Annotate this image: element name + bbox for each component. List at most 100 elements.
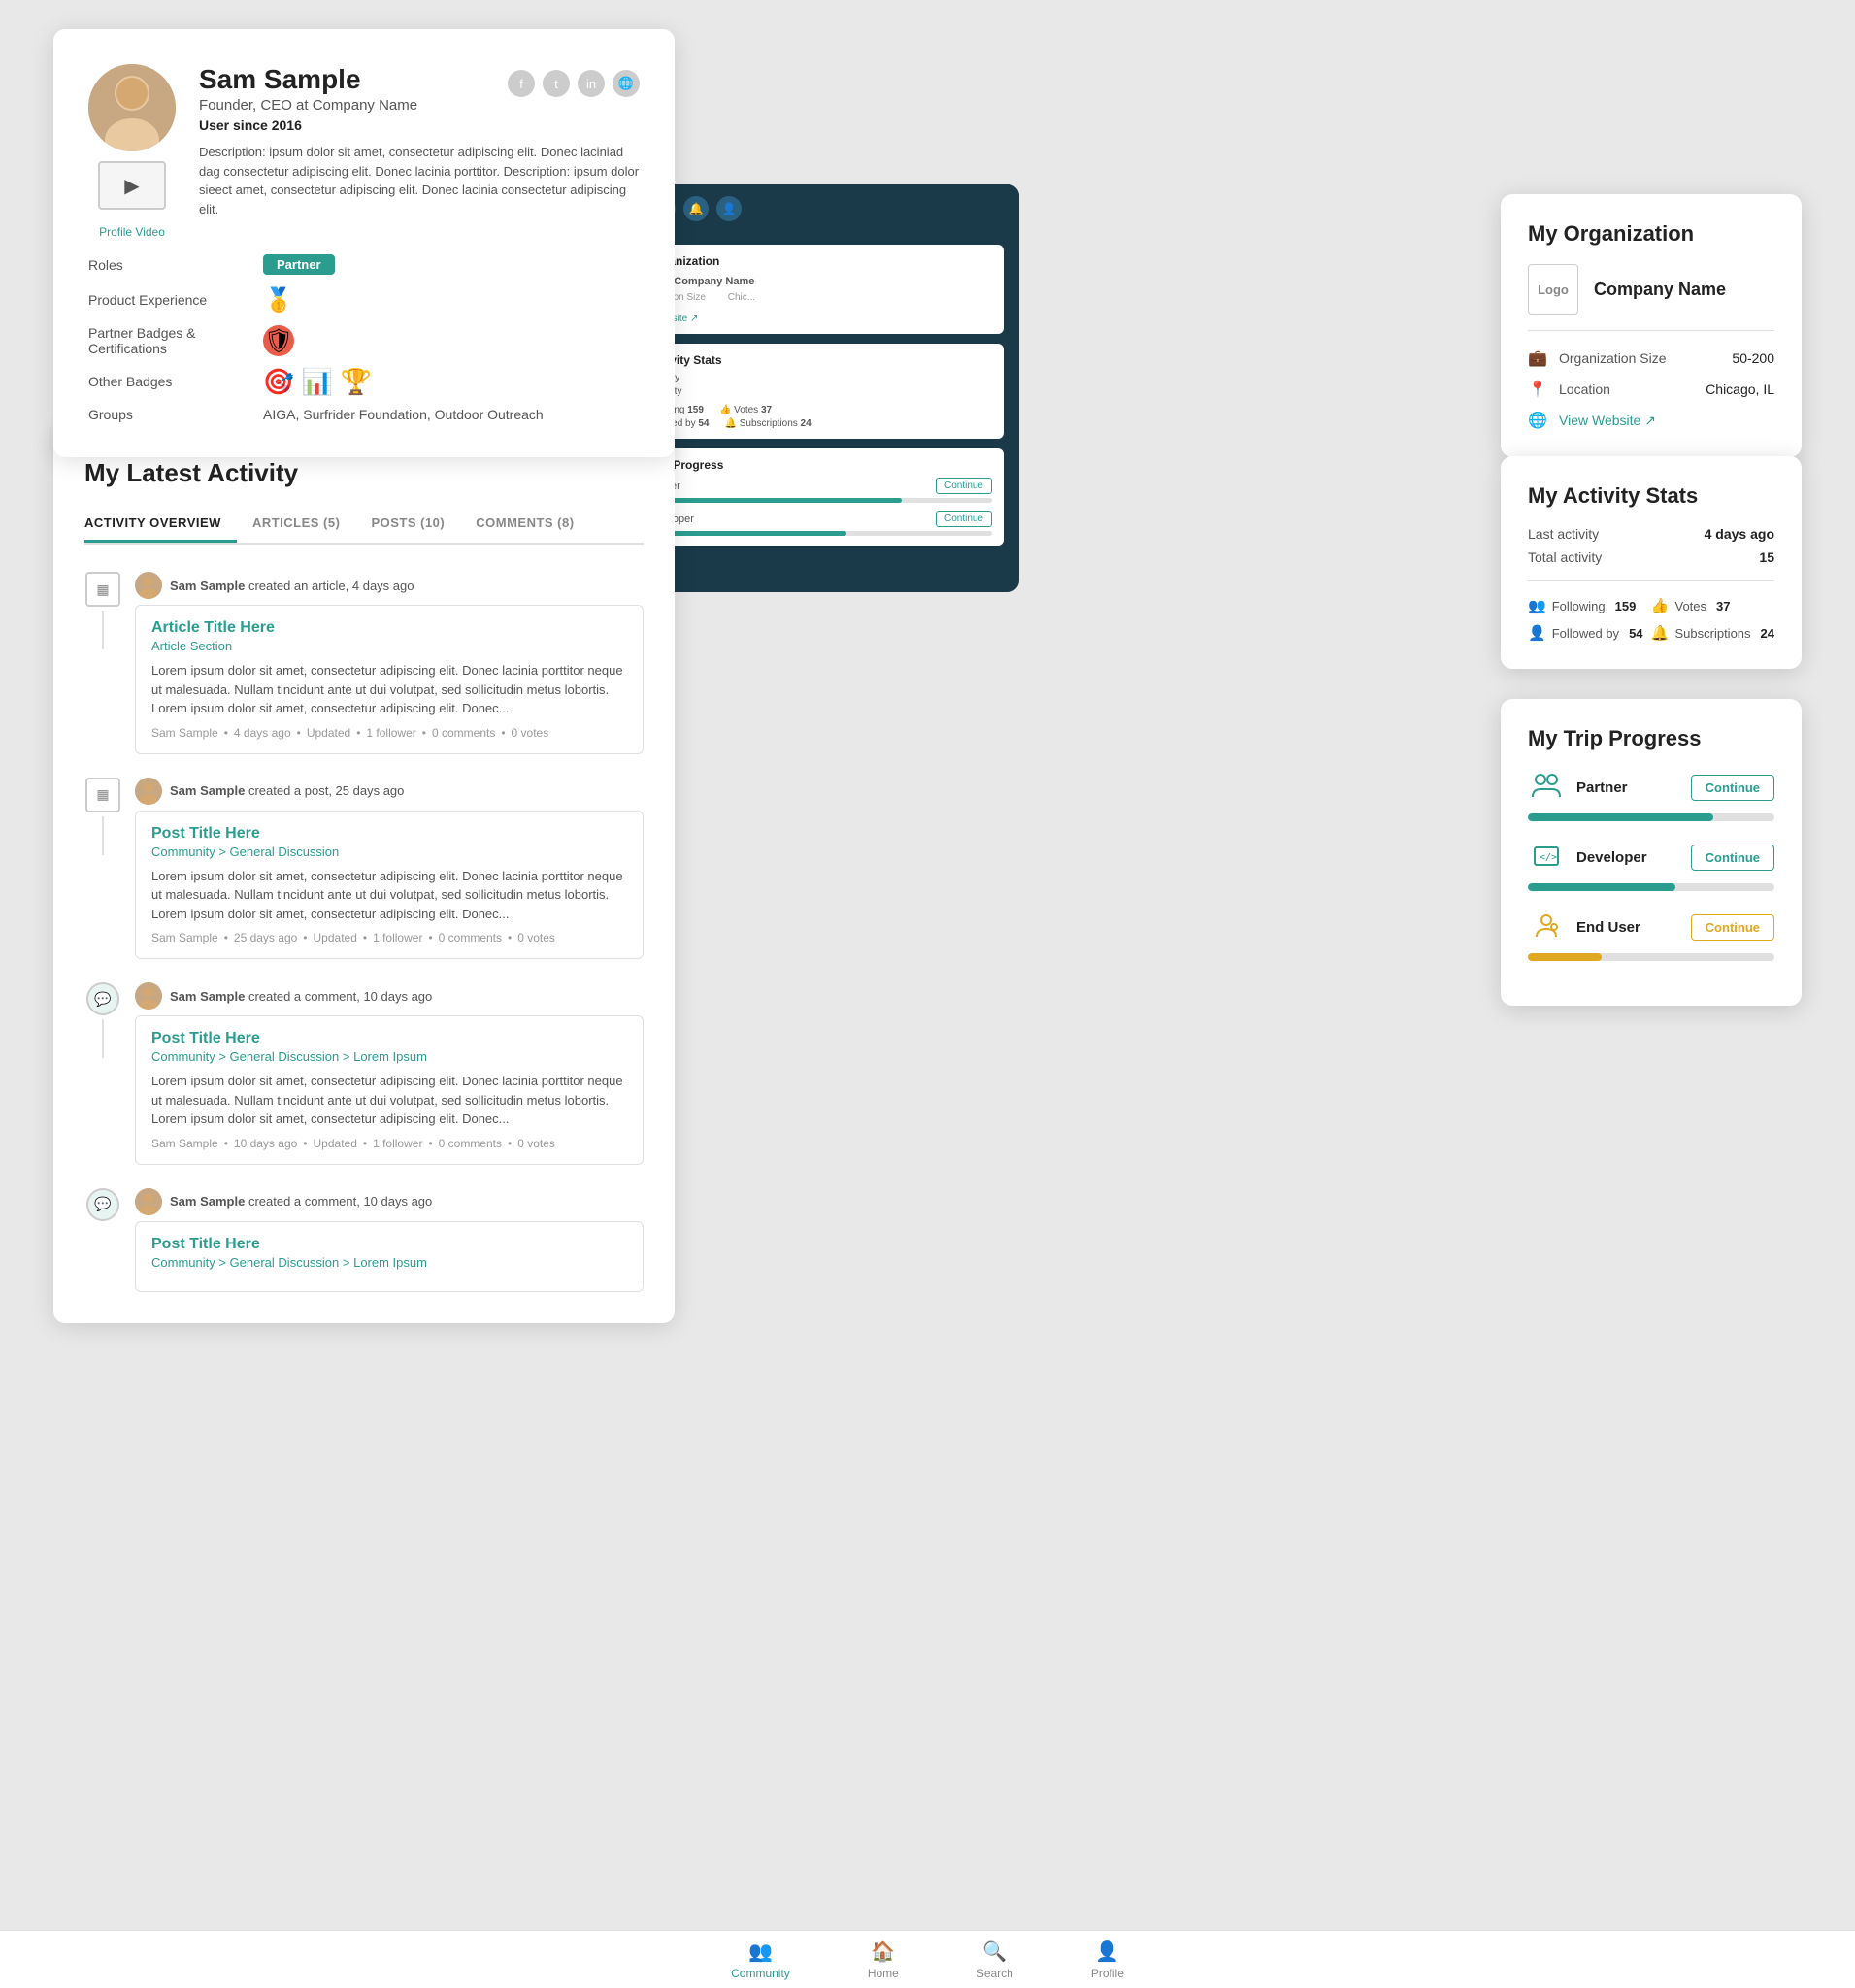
groups-text: AIGA, Surfrider Foundation, Outdoor Outr… [263,407,544,422]
tab-comments[interactable]: COMMENTS (8) [476,508,589,543]
facebook-icon[interactable]: f [508,70,535,97]
tab-posts[interactable]: POSTS (10) [371,508,460,543]
stats-panel-title: My Activity Stats [1528,483,1774,509]
last-activity-label: Last activity [1528,526,1599,542]
feed-avatar [135,572,162,599]
subscriptions-stat: 🔔 Subscriptions 24 [1651,624,1774,642]
feed-content-article: Sam Sample created an article, 4 days ag… [135,572,644,754]
profile-since: User since 2016 [199,117,417,133]
post-meta: Sam Sample•25 days ago•Updated•1 followe… [151,931,627,944]
other-badges-value: 🎯 📊 🏆 [263,366,640,397]
subscriptions-icon: 🔔 [1651,624,1670,642]
home-nav-icon: 🏠 [871,1939,895,1964]
comment-breadcrumb-2[interactable]: Community > General Discussion > Lorem I… [151,1255,627,1270]
comment-post-title-1[interactable]: Post Title Here [151,1030,627,1047]
comment-icon-2: 💬 [86,1188,119,1221]
groups-value: AIGA, Surfrider Foundation, Outdoor Outr… [263,407,640,422]
feed-connector [102,611,104,649]
user-icon[interactable]: 👤 [716,196,742,221]
post-icon: ▦ [85,778,120,812]
activity-card: My Latest Activity ACTIVITY OVERVIEW ART… [53,427,675,1323]
org-location-label: Location [1559,381,1696,397]
bell-icon[interactable]: 🔔 [683,196,709,221]
feed-connector-3 [102,1019,104,1058]
bottom-nav-home[interactable]: 🏠 Home [868,1939,899,1980]
badge-chart-icon: 📊 [302,366,333,397]
feed-content-comment-1: Sam Sample created a comment, 10 days ag… [135,982,644,1165]
home-nav-label: Home [868,1967,899,1980]
feed-user-name: Sam Sample created an article, 4 days ag… [170,579,414,593]
product-badge-icon: 🥇 [263,284,294,315]
post-body: Lorem ipsum dolor sit amet, consectetur … [151,867,627,924]
product-exp-value: 🥇 [263,284,640,315]
bottom-nav-search[interactable]: 🔍 Search [977,1939,1013,1980]
post-card: Post Title Here Community > General Disc… [135,811,644,960]
profile-video-button[interactable]: ▶ [98,161,166,210]
developer-trip-icon: </> [1528,839,1565,876]
last-activity-value: 4 days ago [1705,526,1774,542]
trip-developer: </> Developer Continue [1528,839,1774,891]
web-icon: 🌐 [1528,411,1549,430]
community-nav-label: Community [731,1967,790,1980]
bottom-nav-profile[interactable]: 👤 Profile [1091,1939,1124,1980]
trip-end-user: End User Continue [1528,909,1774,961]
tab-articles[interactable]: ARTICLES (5) [252,508,356,543]
post-title[interactable]: Post Title Here [151,825,627,843]
votes-stat: 👍 Votes 37 [1651,597,1774,614]
following-label: Following [1552,599,1606,613]
partner-badge-icon: 🛡 [263,325,294,356]
feed-item-post: ▦ Sam Sample created a post, 25 days ago… [84,778,644,960]
comment-breadcrumb-1[interactable]: Community > General Discussion > Lorem I… [151,1049,627,1064]
bottom-navigation: 👥 Community 🏠 Home 🔍 Search 👤 Profile [0,1930,1855,1988]
end-user-continue-button[interactable]: Continue [1691,914,1774,941]
total-activity-value: 15 [1759,549,1774,565]
product-exp-label: Product Experience [88,292,263,308]
search-nav-icon: 🔍 [982,1939,1007,1964]
article-icon: ▦ [85,572,120,607]
linkedin-icon[interactable]: in [578,70,605,97]
location-icon: 📍 [1528,380,1549,399]
feed-item-article: ▦ Sam Sample created an article, 4 days … [84,572,644,754]
org-logo: Logo [1528,264,1578,315]
tab-activity-overview[interactable]: ACTIVITY OVERVIEW [84,508,237,543]
profile-title: Founder, CEO at Company Name [199,97,417,114]
comment-meta-1: Sam Sample•10 days ago•Updated•1 followe… [151,1137,627,1150]
globe-icon[interactable]: 🌐 [613,70,640,97]
developer-progress-bar [1528,883,1774,891]
partner-trip-icon [1528,769,1565,806]
org-website-link[interactable]: View Website ↗ [1559,413,1656,429]
feed-user-name-3: Sam Sample created a comment, 10 days ag… [170,989,432,1004]
feed-connector-2 [102,816,104,855]
partner-trip-label: Partner [1576,779,1679,796]
stats-grid: 👥 Following 159 👍 Votes 37 👤 Followed by… [1528,580,1774,642]
votes-label: Votes [1674,599,1706,613]
bottom-nav-community[interactable]: 👥 Community [731,1939,790,1980]
developer-continue-button[interactable]: Continue [1691,845,1774,871]
comment-card-2: Post Title Here Community > General Disc… [135,1221,644,1292]
partner-continue-button[interactable]: Continue [1691,775,1774,801]
profile-video-label: Profile Video [99,225,165,239]
roles-label: Roles [88,257,263,273]
last-activity-row: Last activity 4 days ago [1528,526,1774,542]
article-title[interactable]: Article Title Here [151,619,627,637]
org-panel-title: My Organization [1528,221,1774,247]
groups-label: Groups [88,407,263,422]
followed-label: Followed by [1552,626,1619,641]
feed-avatar-2 [135,778,162,805]
article-section[interactable]: Article Section [151,639,627,653]
briefcase-icon: 💼 [1528,348,1549,368]
trip-partner: Partner Continue [1528,769,1774,821]
comment-card-1: Post Title Here Community > General Disc… [135,1015,644,1165]
post-breadcrumb[interactable]: Community > General Discussion [151,845,627,859]
comment-icon: 💬 [86,982,119,1015]
comment-post-title-2[interactable]: Post Title Here [151,1236,627,1253]
following-value: 159 [1615,599,1637,613]
org-location-row: 📍 Location Chicago, IL [1528,380,1774,399]
votes-icon: 👍 [1651,597,1670,614]
twitter-icon[interactable]: t [543,70,570,97]
profile-nav-icon: 👤 [1095,1939,1119,1964]
org-logo-row: Logo Company Name [1528,264,1774,331]
feed-user-name-2: Sam Sample created a post, 25 days ago [170,783,404,798]
total-activity-row: Total activity 15 [1528,549,1774,565]
profile-card: ▶ Profile Video Sam Sample Founder, CEO … [53,29,675,457]
